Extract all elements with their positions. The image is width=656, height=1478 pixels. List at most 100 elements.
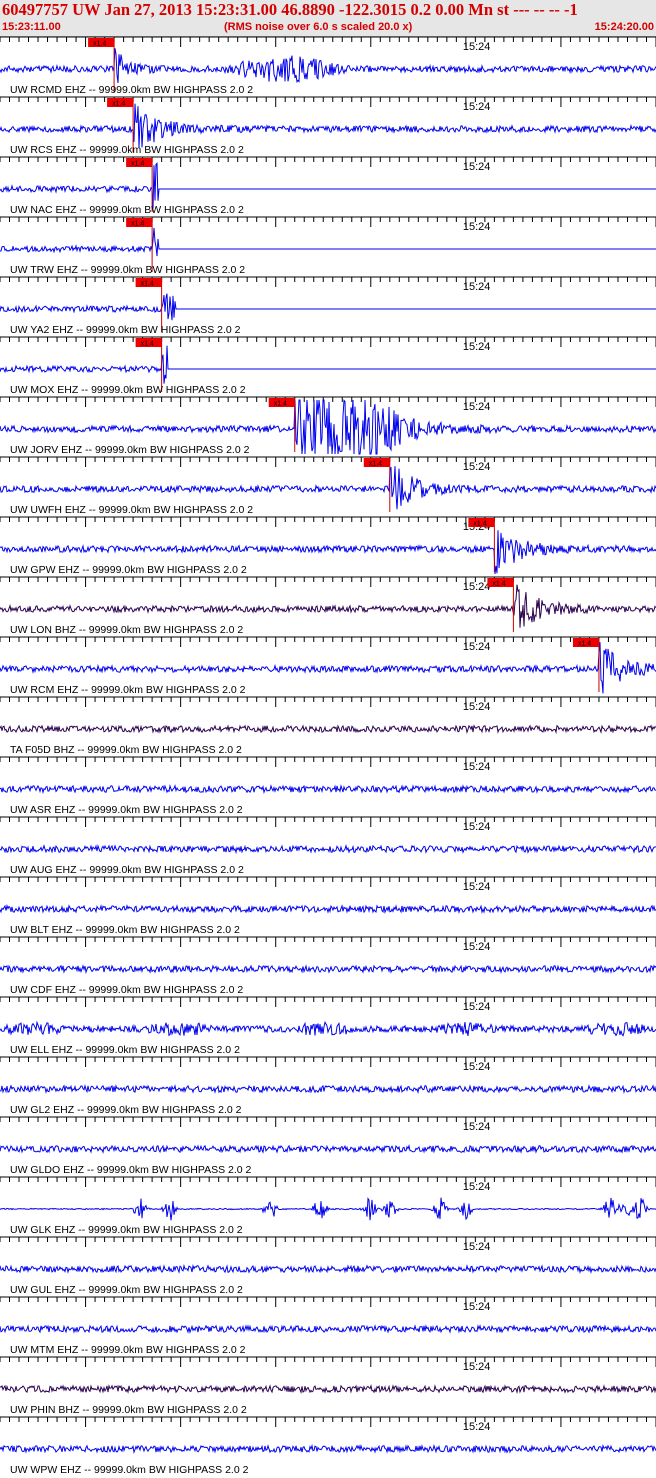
waveform <box>0 1020 656 1037</box>
trace-row: 15:24 x1.4 UW JORV EHZ -- 99999.0km BW HIG… <box>0 396 656 456</box>
trace-label: UW YA2 EHZ -- 99999.0km BW HIGHPASS 2.0 … <box>10 324 241 336</box>
trace-row: 15:24 TA F05D BHZ -- 99999.0km BW HIGHPAS… <box>0 696 656 756</box>
axis-tick-label: 15:24 <box>463 461 491 473</box>
record-header: 60497757 UW Jan 27, 2013 15:23:31.00 46.… <box>0 0 656 37</box>
trace-label: UW RCM EHZ -- 99999.0km BW HIGHPASS 2.0 … <box>10 684 246 696</box>
trace-label: UW GLK EHZ -- 99999.0km BW HIGHPASS 2.0 … <box>10 1224 243 1236</box>
rms-noise-note: (RMS noise over 6.0 s scaled 20.0 x) <box>224 21 413 33</box>
trace-row: 15:24 x1.4 UW YA2 EHZ -- 99999.0km BW HIGH… <box>0 276 656 336</box>
trace-row: 15:24 UW AUG EHZ -- 99999.0km BW HIGHPASS… <box>0 816 656 876</box>
waveform <box>0 584 656 628</box>
waveform <box>0 724 656 735</box>
trace-row: 15:24 UW GL2 EHZ -- 99999.0km BW HIGHPASS… <box>0 1056 656 1116</box>
trace-label: UW JORV EHZ -- 99999.0km BW HIGHPASS 2.0… <box>10 444 250 456</box>
axis-tick-label: 15:24 <box>463 341 491 353</box>
trace-label: UW RCS EHZ -- 99999.0km BW HIGHPASS 2.0 … <box>10 144 244 156</box>
trace-label: UW TRW EHZ -- 99999.0km BW HIGHPASS 2.0 … <box>10 264 245 276</box>
axis-tick-label: 15:24 <box>463 1181 491 1193</box>
trace-row: 15:24 x1.4 UW RCS EHZ -- 99999.0km BW HIGH… <box>0 96 656 156</box>
trace-row: 15:24 x1.4 UW RCM EHZ -- 99999.0km BW HIGH… <box>0 636 656 696</box>
start-time: 15:23:11.00 <box>2 21 61 33</box>
event-title: 60497757 UW Jan 27, 2013 15:23:31.00 46.… <box>2 0 578 19</box>
waveform <box>0 466 656 510</box>
trace-label: UW LON BHZ -- 99999.0km BW HIGHPASS 2.0 … <box>10 624 243 636</box>
trace-row: 15:24 x1.4 UW MOX EHZ -- 99999.0km BW HIGH… <box>0 336 656 396</box>
trace-label: UW NAC EHZ -- 99999.0km BW HIGHPASS 2.0 … <box>10 204 244 216</box>
waveform <box>0 843 656 855</box>
waveform <box>0 162 656 209</box>
trace-label: UW GLDO EHZ -- 99999.0km BW HIGHPASS 2.0… <box>10 1164 252 1176</box>
trace-row: 15:24 x1.4 UW NAC EHZ -- 99999.0km BW HIGH… <box>0 156 656 216</box>
waveform <box>0 784 656 795</box>
trace-label: UW WPW EHZ -- 99999.0km BW HIGHPASS 2.0 … <box>10 1464 249 1476</box>
axis-tick-label: 15:24 <box>463 1241 491 1253</box>
pick-label: x1.4 <box>492 581 505 588</box>
trace-row: 15:24 UW PHIN BHZ -- 99999.0km BW HIGHPAS… <box>0 1356 656 1416</box>
waveform <box>0 1263 656 1275</box>
trace-row: 15:24 UW BLT EHZ -- 99999.0km BW HIGHPASS… <box>0 876 656 936</box>
trace-label: TA F05D BHZ -- 99999.0km BW HIGHPASS 2.0… <box>10 744 242 756</box>
trace-row: 15:24 UW ASR EHZ -- 99999.0km BW HIGHPASS… <box>0 756 656 816</box>
waveform <box>0 103 656 148</box>
axis-tick-label: 15:24 <box>463 161 491 173</box>
trace-row: 15:24 UW MTM EHZ -- 99999.0km BW HIGHPASS… <box>0 1296 656 1356</box>
waveform <box>0 1197 656 1221</box>
trace-label: UW ELL EHZ -- 99999.0km BW HIGHPASS 2.0 … <box>10 1044 240 1056</box>
trace-row: 15:24x1.4UW GPW EHZ -- 99999.0km BW HIGH… <box>0 516 656 576</box>
trace-label: UW AUG EHZ -- 99999.0km BW HIGHPASS 2.0 … <box>10 864 244 876</box>
trace-row: 15:24 x1.4 UW LON BHZ -- 99999.0km BW HIGH… <box>0 576 656 636</box>
trace-row: 15:24 UW GLK EHZ -- 99999.0km BW HIGHPASS… <box>0 1176 656 1236</box>
waveform <box>0 1143 656 1154</box>
pick-label: x1.4 <box>473 521 486 528</box>
trace-label: UW MOX EHZ -- 99999.0km BW HIGHPASS 2.0 … <box>10 384 246 396</box>
axis-tick-label: 15:24 <box>463 1301 491 1313</box>
seismogram-plot: 15:24x1.4UW RCMD EHZ -- 99999.0km BW HIG… <box>0 36 656 1476</box>
axis-tick-label: 15:24 <box>463 281 491 293</box>
waveform <box>0 1443 656 1454</box>
axis-tick-label: 15:24 <box>463 821 491 833</box>
waveform <box>0 293 656 321</box>
trace-row: 15:24 UW GUL EHZ -- 99999.0km BW HIGHPASS… <box>0 1236 656 1296</box>
trace-row: 15:24 UW ELL EHZ -- 99999.0km BW HIGHPASS… <box>0 996 656 1056</box>
pick-label: x1.4 <box>131 161 144 168</box>
waveform <box>0 964 656 975</box>
trace-row: 15:24 x1.4 UW UWFH EHZ -- 99999.0km BW HIG… <box>0 456 656 516</box>
axis-tick-label: 15:24 <box>463 1001 491 1013</box>
axis-tick-label: 15:24 <box>463 761 491 773</box>
waveform <box>0 1324 656 1334</box>
trace-label: UW MTM EHZ -- 99999.0km BW HIGHPASS 2.0 … <box>10 1344 246 1356</box>
axis-tick-label: 15:24 <box>463 581 491 593</box>
pick-label: x1.4 <box>141 341 154 348</box>
trace-label: UW RCMD EHZ -- 99999.0km BW HIGHPASS 2.0… <box>10 84 253 96</box>
axis-tick-label: 15:24 <box>463 881 491 893</box>
trace-row: 15:24 x1.4 UW RCMD EHZ -- 99999.0km BW HIG… <box>0 36 656 96</box>
trace-label: UW GL2 EHZ -- 99999.0km BW HIGHPASS 2.0 … <box>10 1104 242 1116</box>
end-time: 15:24:20.00 <box>594 21 654 33</box>
axis-tick-label: 15:24 <box>463 221 491 233</box>
axis-tick-label: 15:24 <box>463 41 491 53</box>
trace-label: UW CDF EHZ -- 99999.0km BW HIGHPASS 2.0 … <box>10 984 243 996</box>
trace-label: UW ASR EHZ -- 99999.0km BW HIGHPASS 2.0 … <box>10 804 243 816</box>
trace-label: UW GPW EHZ -- 99999.0km BW HIGHPASS 2.0 … <box>10 564 247 576</box>
pick-label: x1.4 <box>112 101 125 108</box>
axis-tick-label: 15:24 <box>463 401 491 413</box>
axis-tick-label: 15:24 <box>463 641 491 653</box>
trace-row: 15:24 UW WPW EHZ -- 99999.0km BW HIGHPASS… <box>0 1416 656 1476</box>
waveform <box>0 1084 656 1095</box>
pick-label: x1.4 <box>369 461 382 468</box>
waveform <box>0 1383 656 1395</box>
waveform <box>0 903 656 915</box>
pick-label: x1.4 <box>93 41 106 48</box>
waveform <box>0 227 656 257</box>
axis-tick-label: 15:24 <box>463 101 491 113</box>
trace-label: UW PHIN BHZ -- 99999.0km BW HIGHPASS 2.0… <box>10 1404 247 1416</box>
axis-tick-label: 15:24 <box>463 941 491 953</box>
axis-tick-label: 15:24 <box>463 1421 491 1433</box>
trace-row: 15:24 UW CDF EHZ -- 99999.0km BW HIGHPASS… <box>0 936 656 996</box>
trace-label: UW BLT EHZ -- 99999.0km BW HIGHPASS 2.0 … <box>10 924 240 936</box>
axis-tick-label: 15:24 <box>463 1361 491 1373</box>
axis-tick-label: 15:24 <box>463 701 491 713</box>
waveform <box>0 48 656 84</box>
trace-row: 15:24 UW GLDO EHZ -- 99999.0km BW HIGHPAS… <box>0 1116 656 1176</box>
waveform <box>0 345 656 384</box>
